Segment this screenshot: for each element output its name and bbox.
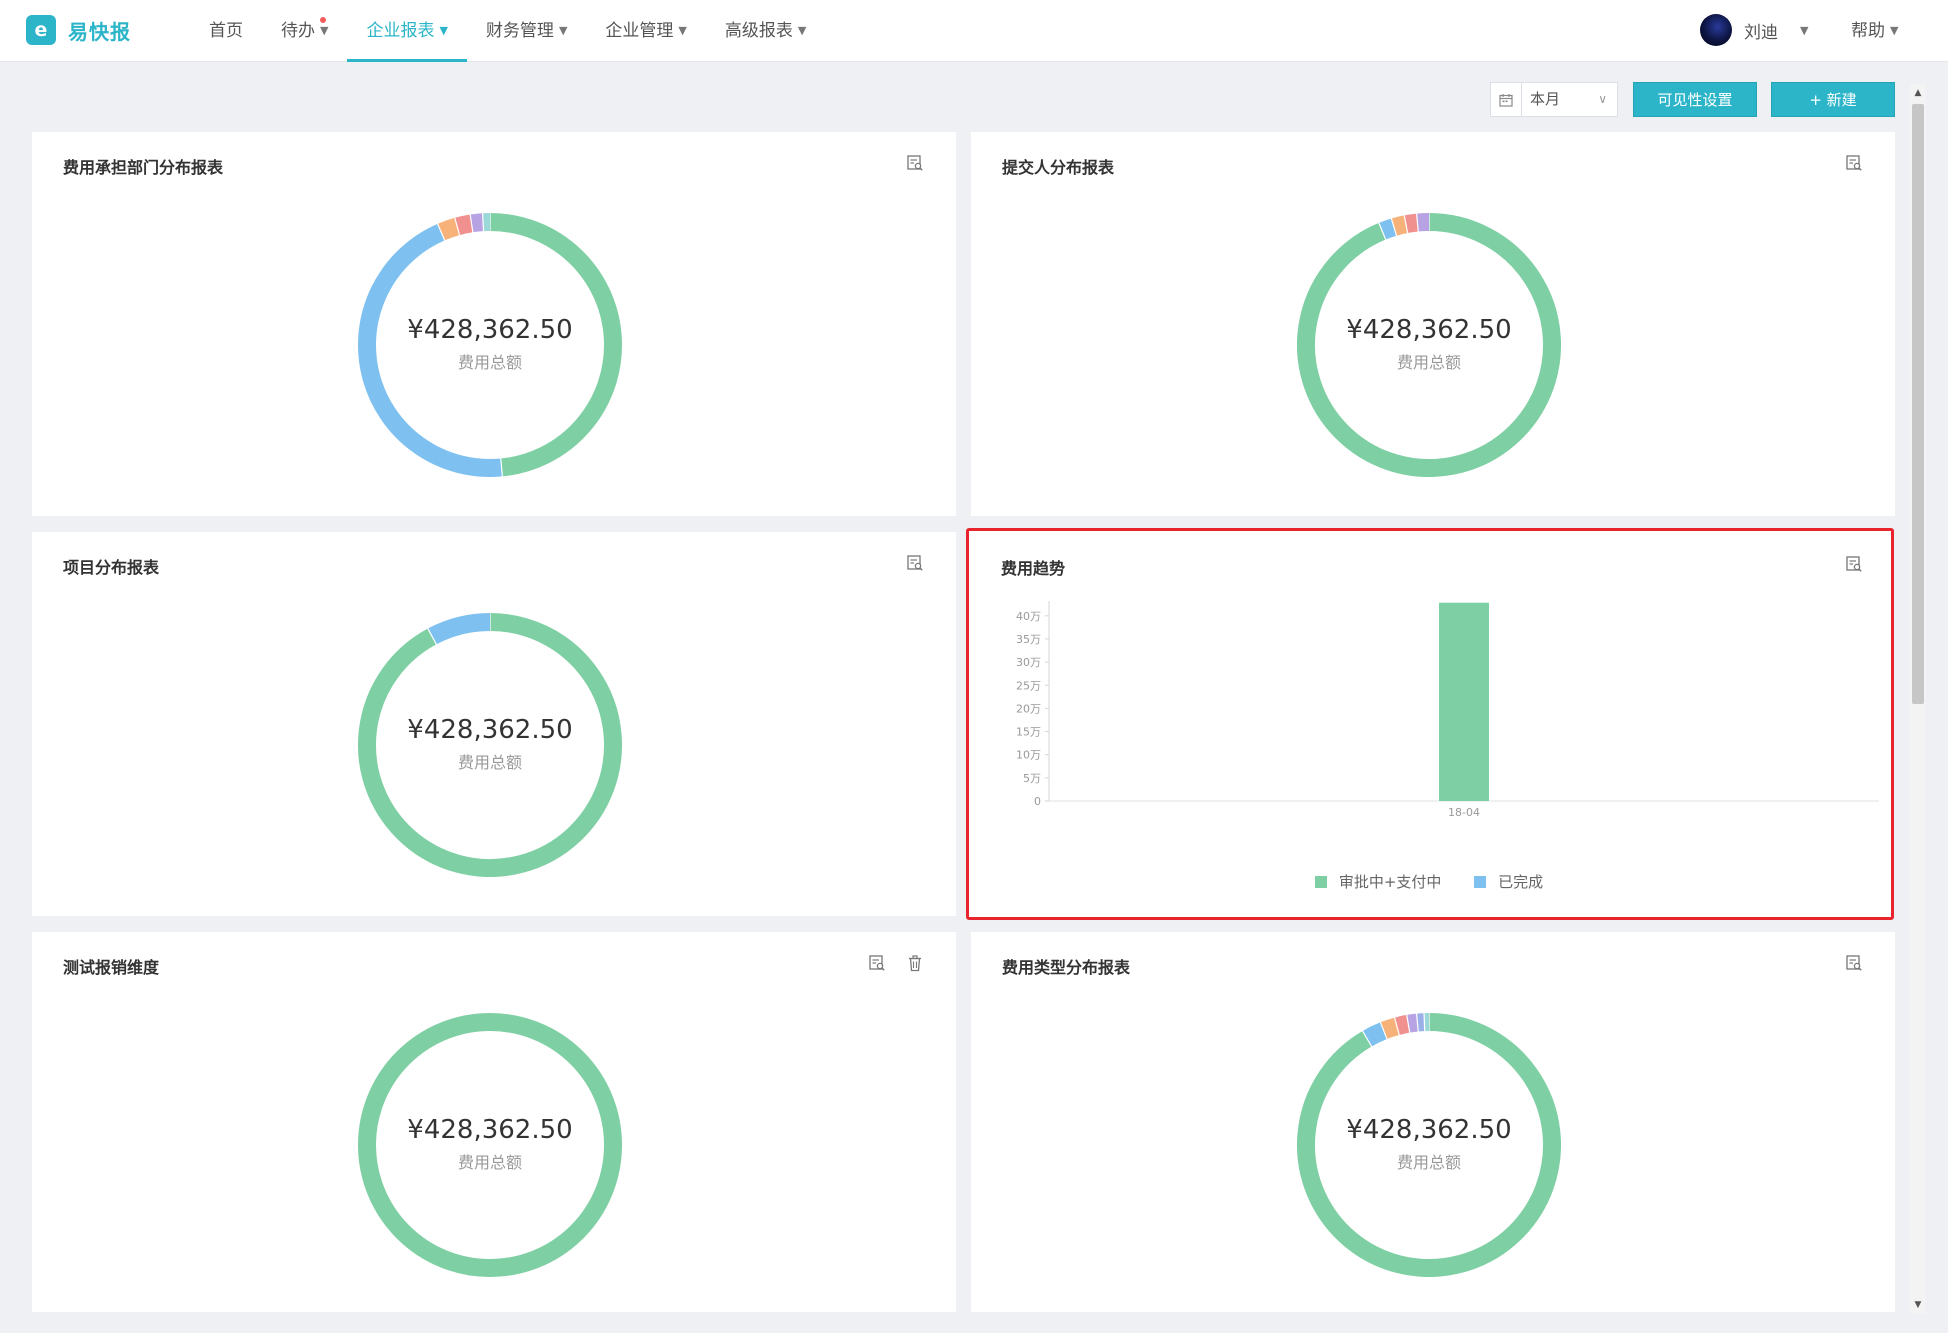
nav-item[interactable]: 财务管理 ▼ bbox=[467, 0, 586, 62]
logo-icon: e bbox=[26, 15, 56, 45]
legend-item[interactable]: 审批中+支付中 bbox=[1314, 871, 1442, 892]
visibility-settings-button[interactable]: 可见性设置 bbox=[1633, 82, 1757, 117]
report-card: 测试报销维度 ¥428,362.50 费用总额 bbox=[32, 932, 956, 1312]
report-preview-icon[interactable] bbox=[866, 952, 888, 974]
nav-item-label: 高级报表 bbox=[724, 21, 793, 41]
nav-item[interactable]: 高级报表 ▼ bbox=[706, 0, 825, 62]
total-amount-label: 费用总额 bbox=[457, 1153, 522, 1172]
new-button-label: 新建 bbox=[1826, 91, 1857, 109]
card-title: 提交人分布报表 bbox=[1002, 158, 1115, 177]
card-title: 费用承担部门分布报表 bbox=[63, 158, 224, 177]
new-report-button[interactable]: + 新建 bbox=[1771, 82, 1895, 117]
donut-center: ¥428,362.50 费用总额 bbox=[358, 613, 622, 877]
report-preview-icon[interactable] bbox=[1843, 553, 1865, 575]
total-amount: ¥428,362.50 bbox=[407, 1115, 573, 1145]
chevron-down-icon: ▼ bbox=[320, 24, 329, 37]
report-preview-icon[interactable] bbox=[1843, 152, 1865, 174]
report-card: 费用类型分布报表 ¥428,362.50 费用总额 bbox=[971, 932, 1895, 1312]
total-amount-label: 费用总额 bbox=[457, 753, 522, 772]
scrollbar-thumb[interactable] bbox=[1912, 104, 1924, 704]
legend-label: 已完成 bbox=[1498, 873, 1544, 891]
total-amount-label: 费用总额 bbox=[1396, 353, 1461, 372]
chevron-down-icon: ▼ bbox=[797, 24, 807, 37]
legend-swatch bbox=[1474, 876, 1487, 888]
help-menu[interactable]: 帮助 ▼ bbox=[1851, 0, 1898, 62]
bar[interactable] bbox=[1439, 602, 1489, 801]
top-navigation-bar: e 易快报 首页 待办 ▼ 企业报表 ▼ 财务管理 ▼ 企业管理 ▼ 高级报表 ▼ 刘迪 ▼ 帮助 ▼ bbox=[0, 0, 1948, 62]
chevron-down-icon: ▼ bbox=[558, 24, 568, 37]
nav-item-label: 待办 bbox=[281, 21, 315, 41]
nav-item-label: 企业管理 bbox=[605, 21, 674, 41]
scroll-up-icon[interactable]: ▲ bbox=[1910, 84, 1926, 102]
user-menu[interactable]: 刘迪 ▼ bbox=[1700, 14, 1808, 46]
trend-bar-chart: 0 5万 10万 15万 20万 25万 30万 35万 40万 18-04 bbox=[1016, 601, 1879, 819]
legend-swatch bbox=[1314, 876, 1327, 888]
y-tick-label: 40万 bbox=[1016, 610, 1041, 623]
report-preview-icon[interactable] bbox=[1843, 952, 1865, 974]
nav-item-label: 首页 bbox=[209, 21, 243, 41]
report-preview-icon[interactable] bbox=[904, 552, 926, 574]
app-logo[interactable]: e 易快报 bbox=[26, 15, 131, 45]
report-preview-icon[interactable] bbox=[904, 152, 926, 174]
card-title: 费用趋势 bbox=[1001, 559, 1066, 578]
calendar-icon bbox=[1491, 83, 1522, 116]
chevron-down-icon: ▼ bbox=[1890, 24, 1899, 37]
chevron-down-icon: ▼ bbox=[439, 24, 448, 37]
donut-center: ¥428,362.50 费用总额 bbox=[1297, 1013, 1561, 1277]
legend-label: 审批中+支付中 bbox=[1338, 873, 1442, 891]
donut-center: ¥428,362.50 费用总额 bbox=[358, 213, 622, 477]
card-title: 测试报销维度 bbox=[63, 958, 160, 977]
trash-icon[interactable] bbox=[904, 952, 926, 974]
report-card: 项目分布报表 ¥428,362.50 费用总额 bbox=[32, 532, 956, 916]
report-card: 提交人分布报表 ¥428,362.50 费用总额 bbox=[971, 132, 1895, 516]
total-amount: ¥428,362.50 bbox=[1346, 315, 1512, 345]
nav-item-label: 财务管理 bbox=[485, 21, 554, 41]
nav-item-label: 企业报表 bbox=[366, 21, 435, 41]
avatar[interactable] bbox=[1700, 14, 1732, 46]
period-select[interactable]: 本月 ∨ bbox=[1490, 82, 1618, 117]
expense-trend-card: 费用趋势 0 5万 10万 15万 20万 25万 30万 35万 40万 18-04 审批中+支… bbox=[966, 528, 1894, 920]
total-amount: ¥428,362.50 bbox=[1346, 1115, 1512, 1145]
nav-item[interactable]: 企业管理 ▼ bbox=[586, 0, 705, 62]
total-amount-label: 费用总额 bbox=[457, 353, 522, 372]
y-tick-label: 5万 bbox=[1023, 772, 1041, 785]
x-tick-label: 18-04 bbox=[1448, 806, 1480, 819]
help-label: 帮助 bbox=[1851, 21, 1885, 41]
y-tick-label: 15万 bbox=[1016, 726, 1041, 739]
y-tick-label: 30万 bbox=[1016, 656, 1041, 669]
y-tick-label: 10万 bbox=[1016, 749, 1041, 762]
y-tick-label: 35万 bbox=[1016, 633, 1041, 646]
card-title: 项目分布报表 bbox=[63, 558, 160, 577]
chevron-down-icon: ▼ bbox=[1800, 23, 1809, 37]
total-amount-label: 费用总额 bbox=[1396, 1153, 1461, 1172]
nav-item[interactable]: 待办 ▼ bbox=[262, 0, 347, 62]
y-tick-label: 0 bbox=[1034, 795, 1041, 808]
donut-center: ¥428,362.50 费用总额 bbox=[1297, 213, 1561, 477]
app-name: 易快报 bbox=[68, 19, 131, 44]
legend-item[interactable]: 已完成 bbox=[1474, 871, 1543, 892]
card-title: 费用类型分布报表 bbox=[1002, 958, 1131, 977]
plus-icon: + bbox=[1809, 91, 1822, 109]
chevron-down-icon: ▼ bbox=[678, 24, 687, 37]
period-value: 本月 bbox=[1530, 90, 1561, 108]
user-name: 刘迪 bbox=[1744, 22, 1778, 43]
main-nav: 首页 待办 ▼ 企业报表 ▼ 财务管理 ▼ 企业管理 ▼ 高级报表 ▼ bbox=[190, 0, 825, 62]
y-tick-label: 25万 bbox=[1016, 679, 1041, 692]
total-amount: ¥428,362.50 bbox=[407, 315, 573, 345]
report-card: 费用承担部门分布报表 ¥428,362.50 费用总额 bbox=[32, 132, 956, 516]
y-tick-label: 20万 bbox=[1016, 702, 1041, 715]
scroll-down-icon[interactable]: ▼ bbox=[1910, 1296, 1926, 1314]
donut-center: ¥428,362.50 费用总额 bbox=[358, 1013, 622, 1277]
nav-item[interactable]: 企业报表 ▼ bbox=[347, 0, 467, 62]
chart-legend: 审批中+支付中 已完成 bbox=[969, 871, 1889, 892]
nav-item[interactable]: 首页 bbox=[190, 0, 262, 62]
chevron-down-icon: ∨ bbox=[1598, 92, 1607, 106]
total-amount: ¥428,362.50 bbox=[407, 715, 573, 745]
